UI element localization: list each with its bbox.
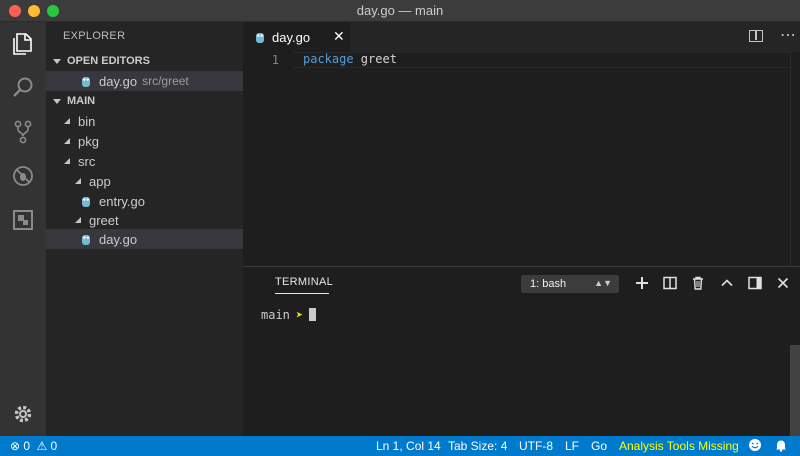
split-editor-icon[interactable] bbox=[749, 30, 763, 42]
search-icon[interactable] bbox=[0, 66, 46, 110]
language-mode[interactable]: Go bbox=[591, 439, 607, 453]
expanded-arrow-icon bbox=[75, 177, 82, 185]
close-icon[interactable]: ✕ bbox=[333, 28, 345, 45]
tab-size[interactable]: Tab Size: 4 bbox=[448, 439, 507, 453]
expanded-arrow-icon bbox=[64, 137, 71, 145]
warning-icon: ⚠ bbox=[36, 439, 48, 453]
open-editor-item[interactable]: day.go src/greet bbox=[46, 71, 243, 91]
feedback-smiley-icon[interactable] bbox=[748, 438, 762, 455]
tree-item-label: day.go bbox=[99, 231, 138, 247]
tree-item-day-go[interactable]: day.go bbox=[46, 229, 243, 249]
tree-item-label: bin bbox=[78, 113, 96, 129]
code-text: greet bbox=[353, 52, 397, 66]
tree-item-pkg[interactable]: pkg bbox=[46, 131, 243, 151]
go-file-icon bbox=[81, 75, 91, 88]
chevron-down-icon bbox=[53, 98, 61, 104]
notifications-bell-icon[interactable] bbox=[774, 438, 788, 455]
terminal-prompt[interactable]: main ➤ bbox=[261, 308, 317, 322]
tree-item-src[interactable]: src bbox=[46, 151, 243, 171]
maximize-panel-icon[interactable] bbox=[719, 275, 735, 291]
chevron-down-icon bbox=[53, 58, 61, 64]
prompt-arrow-icon: ➤ bbox=[295, 308, 304, 322]
title-bar: day.go — main bbox=[0, 0, 800, 22]
tree-item-bin[interactable]: bin bbox=[46, 111, 243, 131]
terminal-panel: TERMINAL 1: bash ▲▼ main ➤ bbox=[243, 266, 800, 436]
status-bar: ⊗ 0 ⚠ 0 Ln 1, Col 14 Tab Size: 4 UTF-8 L… bbox=[0, 436, 800, 456]
go-file-icon bbox=[81, 233, 91, 246]
open-editors-label: OPEN EDITORS bbox=[67, 55, 150, 67]
gear-icon[interactable] bbox=[0, 392, 46, 436]
code-editor[interactable]: 1 package greet bbox=[243, 52, 800, 266]
expanded-arrow-icon bbox=[64, 117, 71, 125]
select-arrows-icon: ▲▼ bbox=[594, 278, 612, 288]
close-panel-icon[interactable] bbox=[775, 275, 791, 291]
folder-header[interactable]: MAIN bbox=[46, 91, 243, 111]
code-keyword: package bbox=[303, 52, 354, 66]
error-count: 0 bbox=[23, 439, 31, 453]
tree-item-label: greet bbox=[89, 212, 119, 228]
terminal-select[interactable]: 1: bash ▲▼ bbox=[521, 275, 619, 293]
prompt-directory: main bbox=[261, 308, 290, 322]
open-editors-header[interactable]: OPEN EDITORS bbox=[46, 51, 243, 71]
file-encoding[interactable]: UTF-8 bbox=[519, 439, 553, 453]
go-file-icon bbox=[81, 195, 91, 208]
source-control-icon[interactable] bbox=[0, 110, 46, 154]
extensions-icon[interactable] bbox=[0, 198, 46, 242]
editor-scrollbar[interactable] bbox=[790, 52, 800, 266]
terminal-scrollbar[interactable] bbox=[790, 345, 800, 436]
analysis-tools-warning[interactable]: Analysis Tools Missing bbox=[619, 439, 739, 453]
tree-item-entry-go[interactable]: entry.go bbox=[46, 191, 243, 211]
tree-item-label: pkg bbox=[78, 133, 99, 149]
tab-day-go[interactable]: day.go ✕ bbox=[243, 22, 350, 52]
problems-indicator[interactable]: ⊗ 0 ⚠ 0 bbox=[10, 439, 57, 453]
activity-bar bbox=[0, 22, 46, 436]
new-terminal-icon[interactable] bbox=[634, 275, 650, 291]
expanded-arrow-icon bbox=[64, 157, 71, 165]
open-editor-filename: day.go bbox=[99, 73, 138, 89]
debug-icon[interactable] bbox=[0, 154, 46, 198]
tree-item-label: src bbox=[78, 153, 96, 169]
line-ending[interactable]: LF bbox=[565, 439, 579, 453]
terminal-select-value: 1: bash bbox=[530, 278, 567, 290]
vscode-window: day.go — main EXPLORER OPEN EDITORS day.… bbox=[0, 0, 800, 456]
tree-item-greet[interactable]: greet bbox=[46, 210, 243, 230]
warning-count: 0 bbox=[50, 439, 58, 453]
window-title: day.go — main bbox=[356, 3, 444, 18]
sidebar-title: EXPLORER bbox=[63, 30, 126, 42]
folder-label: MAIN bbox=[67, 95, 96, 107]
expanded-arrow-icon bbox=[75, 216, 82, 224]
more-actions-icon[interactable]: ⋯ bbox=[780, 25, 797, 45]
explorer-sidebar: EXPLORER OPEN EDITORS day.go src/greet M… bbox=[46, 22, 243, 436]
open-editor-path: src/greet bbox=[142, 74, 189, 88]
tree-item-app[interactable]: app bbox=[46, 171, 243, 191]
go-file-icon bbox=[255, 31, 265, 44]
tab-terminal[interactable]: TERMINAL bbox=[275, 276, 333, 288]
active-tab-indicator bbox=[275, 293, 329, 294]
toggle-panel-icon[interactable] bbox=[747, 275, 763, 291]
files-icon[interactable] bbox=[0, 22, 46, 66]
split-terminal-icon[interactable] bbox=[662, 275, 678, 291]
editor-tab-bar: day.go ✕ ⋯ bbox=[243, 22, 800, 52]
line-number: 1 bbox=[271, 53, 279, 67]
tab-label: day.go bbox=[272, 29, 311, 45]
error-icon: ⊗ bbox=[10, 439, 21, 453]
cursor-position[interactable]: Ln 1, Col 14 bbox=[376, 439, 441, 453]
tree-item-label: app bbox=[89, 173, 111, 189]
code-line[interactable]: package greet bbox=[303, 52, 397, 66]
tree-item-label: entry.go bbox=[99, 193, 146, 209]
trash-icon[interactable] bbox=[690, 275, 706, 291]
terminal-cursor bbox=[309, 308, 317, 321]
